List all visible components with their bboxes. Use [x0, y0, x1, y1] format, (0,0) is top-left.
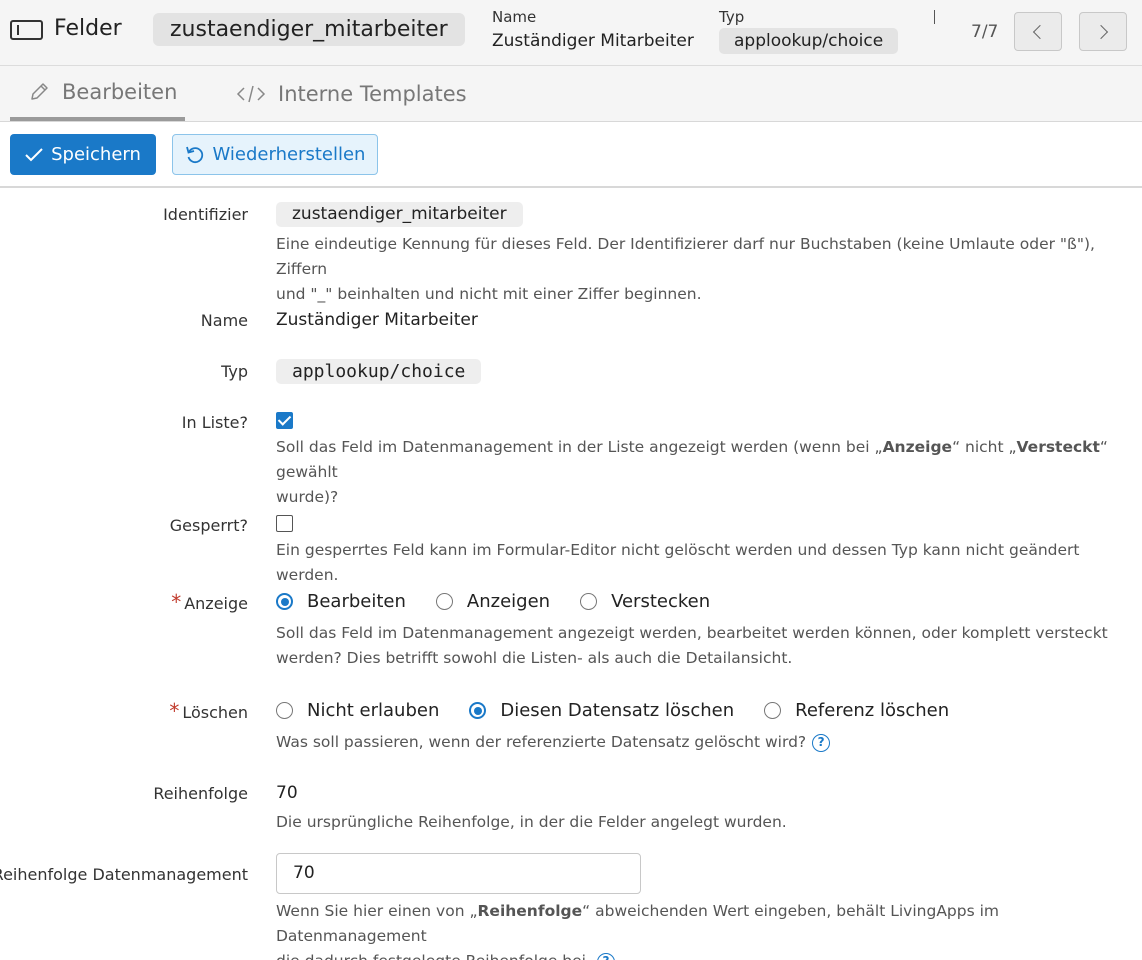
required-marker: *: [171, 590, 182, 614]
name-meta-value: Zuständiger Mitarbeiter: [492, 31, 694, 51]
tab-edit[interactable]: Bearbeiten: [10, 66, 185, 121]
identifier-help-line2: und "_" beinhalten und nicht mit einer Z…: [276, 285, 702, 303]
locked-label: Gesperrt?: [169, 516, 248, 535]
name-value: Zuständiger Mitarbeiter: [276, 310, 478, 330]
delete-option-disallow-label: Nicht erlauben: [307, 700, 440, 721]
order-dm-help-text: Wenn Sie hier einen von „: [276, 902, 478, 920]
display-help-line2: werden? Dies betrifft sowohl die Listen-…: [276, 649, 793, 667]
tab-internal-templates-label: Interne Templates: [278, 81, 467, 106]
tab-bar: Bearbeiten Interne Templates: [0, 66, 1142, 122]
delete-option-delete-reference-label: Referenz löschen: [795, 700, 950, 721]
order-dm-input[interactable]: 70: [276, 853, 641, 894]
radio-selected-icon: [469, 702, 487, 719]
prev-button[interactable]: [1014, 12, 1062, 51]
tab-internal-templates[interactable]: Interne Templates: [236, 66, 467, 121]
type-meta-label: Typ: [719, 8, 745, 26]
order-dm-label: Reihenfolge Datenmanagement: [0, 865, 248, 884]
locked-checkbox[interactable]: [276, 515, 293, 532]
pager-count: 7/7: [971, 22, 999, 42]
delete-option-delete-reference[interactable]: Referenz löschen: [764, 700, 949, 721]
locked-help: Ein gesperrtes Feld kann im Formular-Edi…: [276, 541, 1080, 584]
restore-button[interactable]: Wiederherstellen: [172, 134, 378, 175]
radio-icon: [276, 702, 293, 719]
help-icon[interactable]: ?: [812, 733, 831, 752]
code-icon: [236, 85, 266, 102]
in-list-help-text-mid: “ nicht „: [952, 438, 1017, 456]
header-bar: Felder zustaendiger_mitarbeiter Name Zus…: [0, 0, 1142, 66]
next-button[interactable]: [1079, 12, 1127, 51]
truncated-meta-divider: [934, 10, 937, 24]
radio-icon: [764, 702, 782, 719]
help-icon[interactable]: ?: [596, 952, 615, 960]
toolbar-divider: [0, 186, 1142, 188]
order-help: Die ursprüngliche Reihenfolge, in der di…: [276, 813, 787, 831]
display-option-hide[interactable]: Verstecken: [580, 591, 710, 612]
identifier-help: Eine eindeutige Kennung für dieses Feld.…: [276, 232, 1126, 307]
type-meta-chip: applookup/choice: [719, 28, 899, 54]
in-list-help-text: Soll das Feld im Datenmanagement in der …: [276, 438, 883, 456]
order-dm-help: Wenn Sie hier einen von „Reihenfolge“ ab…: [276, 899, 1126, 960]
type-label: Typ: [221, 362, 248, 381]
delete-label-text: Löschen: [182, 703, 248, 722]
in-list-help-bold-versteckt: Versteckt: [1016, 438, 1100, 456]
order-value: 70: [276, 783, 298, 803]
display-label: * Anzeige: [171, 590, 248, 614]
in-list-help-line2: wurde)?: [276, 488, 339, 506]
order-dm-help-line2: die dadurch festgelegte Reihenfolge bei.: [276, 952, 591, 960]
required-marker: *: [169, 699, 180, 723]
delete-option-delete-record-label: Diesen Datensatz löschen: [500, 700, 735, 721]
display-option-show-label: Anzeigen: [466, 591, 551, 612]
display-option-edit-label: Bearbeiten: [307, 591, 406, 612]
tab-edit-label: Bearbeiten: [62, 79, 178, 104]
name-label: Name: [200, 311, 248, 330]
display-option-show[interactable]: Anzeigen: [435, 591, 551, 612]
display-label-text: Anzeige: [184, 594, 248, 613]
in-list-label: In Liste?: [181, 413, 248, 432]
identifier-label: Identifizier: [163, 205, 248, 224]
delete-help-text: Was soll passieren, wenn der referenzier…: [276, 733, 807, 751]
radio-selected-icon: [276, 593, 293, 610]
type-value: applookup/choice: [276, 359, 482, 384]
pencil-icon: [31, 82, 48, 100]
name-meta-label: Name: [492, 8, 537, 26]
radio-icon: [435, 593, 453, 610]
delete-option-delete-record[interactable]: Diesen Datensatz löschen: [469, 700, 734, 721]
order-dm-help-bold: Reihenfolge: [477, 902, 583, 920]
delete-radio-group: Nicht erlauben Diesen Datensatz löschen …: [276, 700, 979, 721]
chevron-left-icon: [1032, 24, 1048, 39]
save-button[interactable]: Speichern: [10, 134, 156, 175]
page-title: Felder: [54, 16, 122, 41]
identifier-value: zustaendiger_mitarbeiter: [276, 202, 523, 227]
display-help-line1: Soll das Feld im Datenmanagement angezei…: [276, 624, 1108, 642]
radio-icon: [580, 593, 598, 610]
display-help: Soll das Feld im Datenmanagement angezei…: [276, 621, 1126, 671]
display-option-edit[interactable]: Bearbeiten: [276, 591, 406, 612]
delete-option-disallow[interactable]: Nicht erlauben: [276, 700, 439, 721]
identifier-chip: zustaendiger_mitarbeiter: [153, 13, 465, 46]
in-list-help-bold-anzeige: Anzeige: [882, 438, 953, 456]
identifier-help-line1: Eine eindeutige Kennung für dieses Feld.…: [276, 235, 1095, 278]
order-label: Reihenfolge: [153, 784, 248, 803]
display-radio-group: Bearbeiten Anzeigen Verstecken: [276, 591, 740, 612]
in-list-checkbox[interactable]: [276, 412, 293, 429]
chevron-right-icon: [1093, 24, 1109, 39]
field-icon: [10, 20, 43, 40]
undo-icon: [185, 146, 203, 163]
display-option-hide-label: Verstecken: [611, 591, 711, 612]
delete-label: * Löschen: [169, 699, 248, 723]
restore-button-label: Wiederherstellen: [212, 144, 366, 165]
in-list-help: Soll das Feld im Datenmanagement in der …: [276, 435, 1126, 510]
save-button-label: Speichern: [51, 144, 141, 165]
delete-help: Was soll passieren, wenn der referenzier…: [276, 730, 1126, 755]
check-icon: [25, 147, 43, 161]
